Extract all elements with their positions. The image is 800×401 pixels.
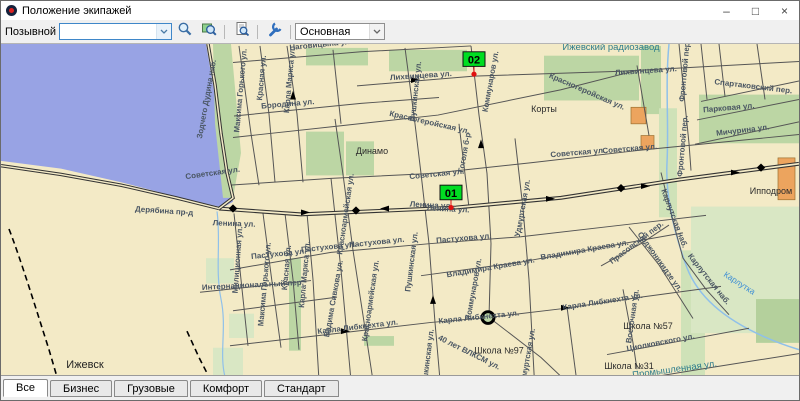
street-label: Красногеройская ул. xyxy=(389,109,471,136)
map-canvas[interactable]: Ижевск Ижевский радиозавод Корты Динамо Иппо… xyxy=(1,44,799,375)
map-magnifier-icon xyxy=(201,21,217,42)
street-label: Гоголя б-р xyxy=(456,132,472,173)
poi-label: Школа №91 xyxy=(370,374,420,375)
callsign-input[interactable] xyxy=(60,25,156,38)
street-label: Красноармейская ул. xyxy=(360,259,381,341)
industry-label: Ижевский радиозавод xyxy=(562,44,660,52)
tab-standard[interactable]: Стандарт xyxy=(264,380,339,397)
wrench-icon xyxy=(267,21,283,42)
street-label: Спартаковский пер. xyxy=(714,77,793,95)
maximize-button[interactable]: □ xyxy=(741,1,770,20)
poi-label: Корты xyxy=(531,104,557,114)
tab-cargo[interactable]: Грузовые xyxy=(114,380,188,397)
railway xyxy=(9,229,209,375)
street-label: Удмуртская ул. xyxy=(513,179,532,238)
window-title: Положение экипажей xyxy=(22,5,131,17)
settings-button[interactable] xyxy=(264,21,286,42)
toolbar-separator xyxy=(290,25,291,39)
chevron-down-icon[interactable] xyxy=(369,24,384,39)
parks-layer xyxy=(206,44,799,375)
city-label: Ижевск xyxy=(66,359,104,371)
crew-id-label: 02 xyxy=(468,55,480,67)
street-label: Карла Либкнехта ул. xyxy=(438,309,520,326)
street-label: Ленина ул. xyxy=(213,218,256,228)
window-controls: – □ × xyxy=(712,1,799,20)
chevron-down-icon[interactable] xyxy=(156,24,171,39)
map-zoom-button[interactable] xyxy=(198,21,220,42)
map-select[interactable]: Основная xyxy=(295,23,385,40)
crew-position-dot xyxy=(471,72,476,77)
minimize-button[interactable]: – xyxy=(712,1,741,20)
callsign-combobox[interactable] xyxy=(59,23,172,40)
toolbar-separator xyxy=(224,25,225,39)
callsign-label: Позывной xyxy=(5,26,56,38)
title-bar: Положение экипажей – □ × xyxy=(1,1,799,20)
crew-marker-02[interactable]: 02 xyxy=(463,52,485,77)
tab-business[interactable]: Бизнес xyxy=(50,380,112,397)
street-label: Пушкинская ул. xyxy=(403,231,420,292)
tab-all[interactable]: Все xyxy=(3,379,48,397)
street-label: Пастухова ул. xyxy=(349,235,405,249)
street-label: Пастухова ул. xyxy=(436,231,492,245)
street-label: Дерябина пр-д xyxy=(135,205,194,218)
crew-position-dot xyxy=(448,205,453,210)
toolbar-separator xyxy=(257,25,258,39)
map-area[interactable]: Ижевск Ижевский радиозавод Корты Динамо Иппо… xyxy=(1,44,799,375)
poi-label: Динамо xyxy=(356,146,388,156)
app-icon xyxy=(6,5,17,16)
search-button[interactable] xyxy=(174,21,196,42)
map-select-value: Основная xyxy=(300,26,350,38)
app-window: Положение экипажей – □ × Позывной xyxy=(0,0,800,401)
magnifier-icon xyxy=(177,21,193,42)
street-label: Советская ул. xyxy=(602,142,658,156)
street-label: Ленина ул. xyxy=(426,203,469,214)
street-label: Пушкинская ул. xyxy=(419,329,436,375)
toolbar: Позывной xyxy=(1,20,799,44)
tab-bar: Все Бизнес Грузовые Комфорт Стандарт xyxy=(1,375,799,400)
crew-id-label: 01 xyxy=(445,188,457,200)
close-button[interactable]: × xyxy=(770,1,799,20)
print-preview-button[interactable] xyxy=(231,21,253,42)
page-magnifier-icon xyxy=(234,21,250,42)
poi-label: Ипподром xyxy=(750,186,792,196)
tab-comfort[interactable]: Комфорт xyxy=(190,380,262,397)
